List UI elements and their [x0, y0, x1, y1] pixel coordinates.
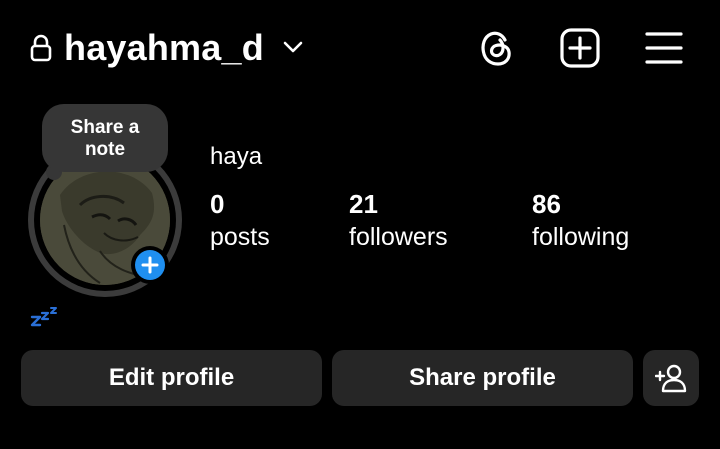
stat-followers[interactable]: 21 followers: [349, 188, 448, 254]
stat-label: posts: [210, 223, 270, 251]
plus-square-icon[interactable]: [558, 26, 602, 70]
stat-value: 86: [532, 189, 561, 219]
stat-label: followers: [349, 223, 448, 251]
share-note-bubble[interactable]: Share a note: [42, 104, 168, 172]
lock-icon: [30, 34, 52, 62]
chevron-down-icon[interactable]: [282, 38, 304, 56]
stat-value: 0: [210, 189, 225, 219]
threads-icon[interactable]: [474, 26, 518, 70]
add-story-badge: [135, 250, 165, 280]
account-username[interactable]: hayahma_d: [64, 26, 264, 70]
share-note-label: Share a note: [70, 117, 140, 160]
share-profile-button[interactable]: Share profile: [332, 350, 633, 406]
zzz-icon: [30, 307, 57, 327]
discover-people-button[interactable]: [643, 350, 699, 406]
stat-label: following: [532, 223, 630, 251]
profile-header: hayahma_d: [0, 0, 720, 96]
edit-profile-button[interactable]: Edit profile: [21, 350, 322, 406]
stat-value: 21: [349, 189, 378, 219]
plus-icon: [141, 256, 159, 274]
stat-posts[interactable]: 0 posts: [210, 188, 270, 254]
stat-following[interactable]: 86 following: [532, 188, 629, 254]
add-person-icon: [655, 364, 687, 393]
add-story-button[interactable]: [131, 246, 169, 284]
hamburger-menu-icon[interactable]: [642, 26, 686, 70]
display-name: haya: [210, 143, 263, 170]
